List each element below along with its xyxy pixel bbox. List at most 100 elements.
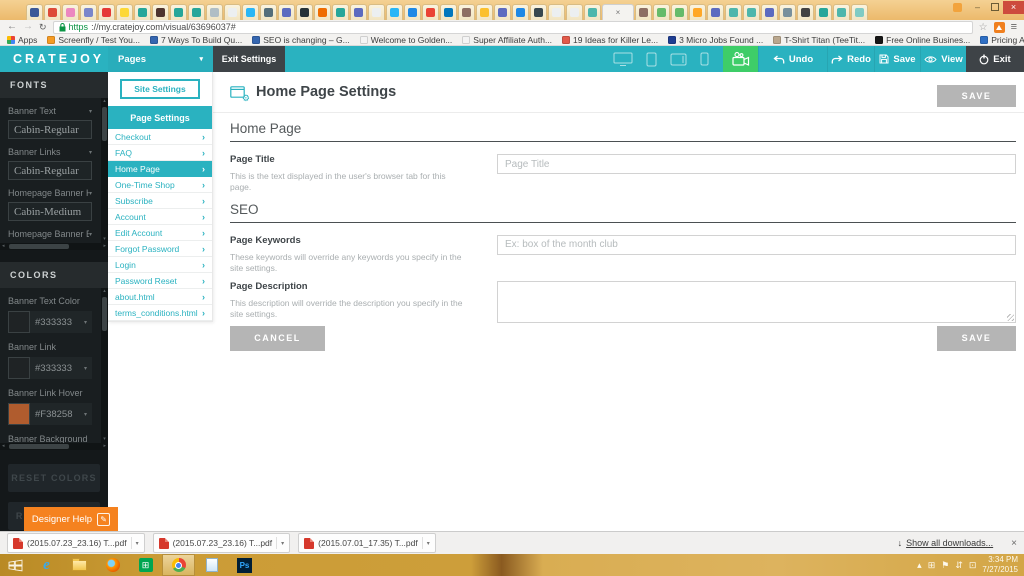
chevron-down-icon[interactable]: ▾ bbox=[89, 108, 92, 115]
browser-tab[interactable]: × bbox=[260, 4, 277, 20]
record-walkthrough-button[interactable] bbox=[723, 46, 758, 72]
taskbar-app-icon[interactable] bbox=[162, 554, 195, 576]
device-tablet-portrait-icon[interactable] bbox=[646, 52, 657, 67]
page-settings-item[interactable]: Forgot Password › bbox=[108, 241, 212, 257]
refresh-icon[interactable]: ↻ bbox=[39, 22, 47, 32]
browser-tab[interactable]: × bbox=[833, 4, 850, 20]
color-swatch[interactable] bbox=[8, 311, 30, 333]
download-item[interactable]: (2015.07.23_23.16) T...pdf ▾ bbox=[7, 533, 145, 553]
download-item[interactable]: (2015.07.01_17.35) T...pdf ▾ bbox=[298, 533, 436, 553]
download-item[interactable]: (2015.07.23_23.16) T...pdf ▾ bbox=[152, 533, 291, 553]
bookmark-item[interactable]: Free Online Busines... bbox=[875, 35, 970, 45]
page-settings-item[interactable]: Edit Account › bbox=[108, 225, 212, 241]
font-select[interactable]: Cabin-Medium bbox=[8, 202, 92, 221]
color-swatch[interactable] bbox=[8, 357, 30, 379]
browser-tab[interactable]: × bbox=[404, 4, 421, 20]
close-downloads-bar-icon[interactable]: × bbox=[1011, 538, 1017, 549]
save-button-top[interactable]: SAVE bbox=[937, 85, 1016, 107]
browser-tab[interactable]: × bbox=[296, 4, 313, 20]
browser-tab[interactable]: × bbox=[476, 4, 493, 20]
redo-button[interactable]: Redo bbox=[827, 46, 874, 72]
vertical-scrollbar[interactable]: ▴ ▾ bbox=[101, 288, 108, 443]
chevron-down-icon[interactable]: ▾ bbox=[130, 537, 139, 549]
font-select[interactable]: Cabin-Regular bbox=[8, 161, 92, 180]
taskbar-app-icon[interactable]: e bbox=[30, 554, 63, 576]
taskbar-app-icon[interactable] bbox=[63, 554, 96, 576]
browser-tab[interactable]: × bbox=[44, 4, 61, 20]
page-settings-item[interactable]: Checkout › bbox=[108, 129, 212, 145]
exit-settings-button[interactable]: Exit Settings bbox=[213, 46, 285, 72]
browser-tab[interactable]: × bbox=[224, 4, 241, 20]
browser-tab[interactable]: × bbox=[602, 4, 634, 20]
bookmark-item[interactable]: 7 Ways To Build Qu... bbox=[149, 35, 242, 45]
horizontal-scrollbar[interactable]: ◂ ▸ bbox=[0, 443, 108, 450]
browser-tab[interactable]: × bbox=[653, 4, 670, 20]
browser-tab[interactable]: × bbox=[689, 4, 706, 20]
browser-tab[interactable]: × bbox=[761, 4, 778, 20]
resize-handle[interactable] bbox=[1007, 313, 1014, 321]
tray-icon[interactable]: ⊞ bbox=[928, 560, 936, 570]
tab-close-icon[interactable]: × bbox=[616, 8, 621, 17]
browser-tab[interactable]: × bbox=[152, 4, 169, 20]
taskbar-clock[interactable]: 3:34 PM 7/27/2015 bbox=[982, 555, 1018, 575]
chevron-down-icon[interactable]: ▾ bbox=[89, 190, 92, 197]
page-settings-item[interactable]: terms_conditions.html › bbox=[108, 305, 212, 321]
color-value-select[interactable]: #333333 ▾ bbox=[30, 311, 92, 333]
bookmark-item[interactable]: Pricing Affiliate Pig bbox=[980, 35, 1024, 45]
browser-tab[interactable]: × bbox=[635, 4, 652, 20]
browser-tab[interactable]: × bbox=[530, 4, 547, 20]
bookmark-item[interactable]: T-Shirt Titan (TeeTit... bbox=[773, 35, 865, 45]
font-select[interactable]: Cabin-Regular bbox=[8, 120, 92, 139]
browser-tab[interactable]: × bbox=[779, 4, 796, 20]
browser-tab[interactable]: × bbox=[62, 4, 79, 20]
minimize-button[interactable]: – bbox=[969, 1, 986, 14]
page-settings-item[interactable]: Login › bbox=[108, 257, 212, 273]
page-settings-item[interactable]: FAQ › bbox=[108, 145, 212, 161]
browser-tab[interactable]: × bbox=[458, 4, 475, 20]
address-bar[interactable]: https://my.cratejoy.com/visual/63696037# bbox=[52, 20, 973, 34]
undo-button[interactable]: Undo bbox=[758, 46, 827, 72]
scroll-down-icon[interactable]: ▾ bbox=[103, 237, 106, 242]
exit-button[interactable]: Exit bbox=[966, 46, 1024, 72]
scrollbar-thumb[interactable] bbox=[102, 107, 107, 141]
browser-tab[interactable]: × bbox=[725, 4, 742, 20]
device-desktop-icon[interactable] bbox=[613, 52, 633, 67]
chevron-down-icon[interactable]: ▾ bbox=[89, 231, 92, 238]
color-value-select[interactable]: #333333 ▾ bbox=[30, 357, 92, 379]
taskbar-app-icon[interactable] bbox=[96, 554, 129, 576]
bookmark-item[interactable]: 3 Micro Jobs Found ... bbox=[668, 35, 763, 45]
browser-tab[interactable]: × bbox=[170, 4, 187, 20]
page-settings-item[interactable]: Subscribe › bbox=[108, 193, 212, 209]
page-settings-item[interactable]: Password Reset › bbox=[108, 273, 212, 289]
browser-tab[interactable]: × bbox=[548, 4, 565, 20]
chevron-down-icon[interactable]: ▾ bbox=[89, 149, 92, 156]
scroll-right-icon[interactable]: ▸ bbox=[103, 244, 106, 249]
scrollbar-thumb[interactable] bbox=[102, 297, 107, 331]
browser-tab[interactable]: × bbox=[26, 4, 43, 20]
tray-icon[interactable]: ⚑ bbox=[941, 560, 949, 570]
page-settings-item[interactable]: Home Page › bbox=[108, 161, 212, 177]
profile-avatar-icon[interactable] bbox=[953, 2, 962, 12]
bookmark-item[interactable]: Welcome to Golden... bbox=[359, 35, 452, 45]
page-settings-item[interactable]: One-Time Shop › bbox=[108, 177, 212, 193]
designer-help-button[interactable]: Designer Help ✎ bbox=[24, 507, 118, 531]
horizontal-scrollbar[interactable]: ◂ ▸ bbox=[0, 243, 108, 250]
browser-tab[interactable]: × bbox=[851, 4, 868, 20]
back-icon[interactable]: ← bbox=[7, 22, 17, 32]
browser-tab[interactable]: × bbox=[188, 4, 205, 20]
browser-tab[interactable]: × bbox=[242, 4, 259, 20]
browser-tab[interactable]: × bbox=[314, 4, 331, 20]
browser-tab[interactable]: × bbox=[368, 4, 385, 20]
browser-tab[interactable]: × bbox=[494, 4, 511, 20]
color-value-select[interactable]: #F38258 ▾ bbox=[30, 403, 92, 425]
forward-icon[interactable]: → bbox=[23, 22, 33, 32]
device-tablet-landscape-icon[interactable] bbox=[670, 53, 687, 66]
tray-icon[interactable]: ▴ bbox=[917, 560, 922, 570]
chrome-menu-icon[interactable]: ≡ bbox=[1011, 21, 1017, 33]
chevron-down-icon[interactable]: ▾ bbox=[276, 537, 284, 549]
scroll-left-icon[interactable]: ◂ bbox=[2, 444, 5, 449]
start-button[interactable] bbox=[0, 554, 30, 576]
show-all-downloads-link[interactable]: ↓ Show all downloads... bbox=[898, 538, 994, 548]
save-button-bottom[interactable]: SAVE bbox=[937, 325, 1016, 351]
browser-tab[interactable]: × bbox=[134, 4, 151, 20]
